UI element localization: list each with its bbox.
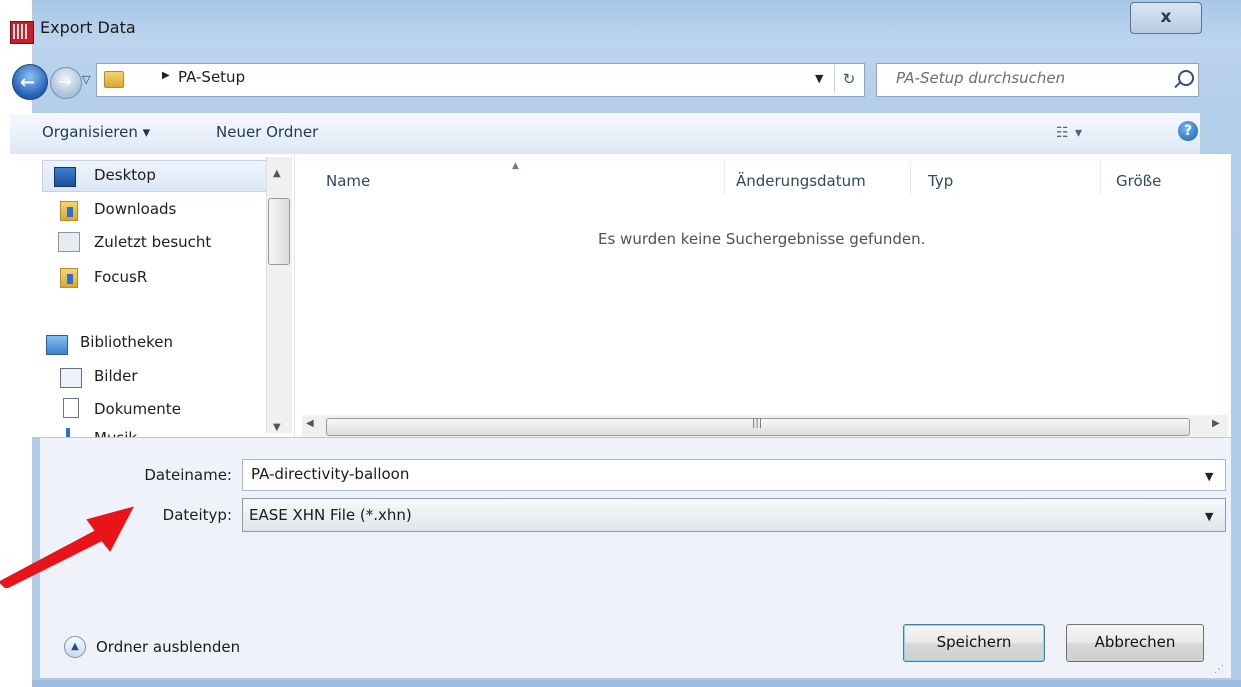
nav-scroll-thumb[interactable] [268, 198, 290, 265]
breadcrumb-chevron-icon[interactable]: ▶ [162, 70, 170, 81]
folder-icon [60, 268, 78, 288]
window-title: Export Data [40, 18, 136, 37]
close-button[interactable]: x [1130, 2, 1202, 34]
folder-icon [104, 71, 124, 88]
resize-grip-icon[interactable]: ⋰ [1214, 664, 1224, 675]
documents-icon [63, 398, 79, 418]
nav-item-music-clip: Musik [10, 426, 266, 437]
libraries-icon [46, 335, 68, 355]
save-button[interactable]: Speichern [903, 624, 1045, 662]
back-arrow-icon: ← [20, 72, 36, 93]
nav-item-pictures[interactable]: Bilder [94, 367, 138, 385]
column-header-name[interactable]: Name [326, 172, 370, 190]
nav-item-music[interactable]: Musik [94, 429, 137, 437]
scroll-down-arrow-icon[interactable]: ▼ [273, 422, 281, 433]
desktop-icon [54, 167, 76, 187]
hide-folders-button[interactable]: Ordner ausblenden [96, 638, 240, 656]
nav-item-desktop[interactable]: Desktop [94, 166, 156, 184]
scroll-right-arrow-icon[interactable]: ▶ [1212, 418, 1220, 429]
filename-value[interactable]: PA-directivity-balloon [251, 465, 409, 483]
new-folder-button[interactable]: Neuer Ordner [216, 123, 318, 141]
address-history-dropdown-icon[interactable]: ▼ [815, 72, 823, 85]
sort-ascending-icon: ▲ [512, 161, 519, 171]
recent-pages-dropdown-icon[interactable]: ▽ [82, 73, 90, 86]
window-bottom-border [32, 680, 1241, 687]
annotation-arrow [0, 506, 134, 588]
file-list[interactable] [295, 154, 1231, 437]
recent-places-icon [58, 232, 80, 252]
scroll-grip-icon: ||| [752, 418, 763, 429]
app-logo-icon [10, 21, 34, 44]
back-button[interactable]: ← [12, 64, 48, 100]
column-divider[interactable] [910, 162, 911, 194]
nav-item-recent[interactable]: Zuletzt besucht [94, 233, 211, 251]
filetype-dropdown-icon[interactable]: ▼ [1205, 510, 1213, 523]
command-toolbar [10, 113, 1200, 155]
collapse-folders-icon[interactable]: ▲ [64, 636, 86, 658]
empty-results-message: Es wurden keine Suchergebnisse gefunden. [598, 230, 926, 248]
column-header-type[interactable]: Typ [928, 172, 953, 190]
music-icon [66, 428, 70, 437]
cancel-button[interactable]: Abbrechen [1066, 624, 1204, 662]
view-options-icon[interactable]: ☷ ▾ [1056, 125, 1083, 141]
forward-button[interactable]: → [50, 67, 82, 99]
scroll-up-arrow-icon[interactable]: ▲ [273, 168, 281, 179]
search-icon[interactable] [1178, 70, 1194, 86]
column-header-size[interactable]: Größe [1116, 172, 1161, 190]
breadcrumb-pa-setup[interactable]: PA-Setup [178, 68, 245, 86]
search-placeholder: PA-Setup durchsuchen [896, 69, 1066, 87]
forward-arrow-icon: → [58, 72, 72, 91]
help-icon[interactable]: ? [1178, 121, 1198, 141]
nav-item-downloads[interactable]: Downloads [94, 200, 176, 218]
nav-item-focusr[interactable]: FocusR [94, 268, 147, 286]
downloads-folder-icon [60, 201, 78, 221]
column-divider[interactable] [1100, 162, 1101, 194]
filetype-value[interactable]: EASE XHN File (*.xhn) [249, 506, 412, 524]
navigation-pane [10, 154, 295, 437]
organize-menu-button[interactable]: Organisieren ▾ [42, 123, 150, 141]
column-header-date[interactable]: Änderungsdatum [736, 172, 866, 190]
nav-item-libraries[interactable]: Bibliotheken [80, 333, 173, 351]
pictures-icon [60, 368, 82, 388]
refresh-icon[interactable]: ↻ [834, 65, 863, 93]
scroll-left-arrow-icon[interactable]: ◀ [306, 418, 314, 429]
column-divider[interactable] [724, 162, 725, 194]
nav-item-documents[interactable]: Dokumente [94, 400, 181, 418]
filename-dropdown-icon[interactable]: ▼ [1205, 470, 1213, 483]
